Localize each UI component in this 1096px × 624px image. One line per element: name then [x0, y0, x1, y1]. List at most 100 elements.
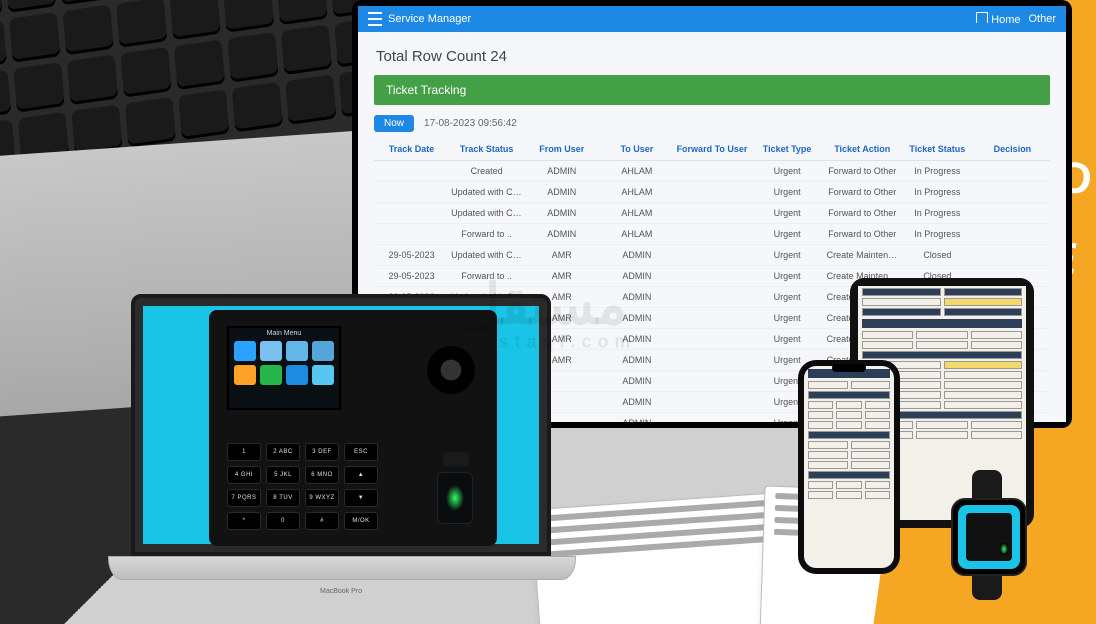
ticket-column-header[interactable]: Ticket Action	[825, 138, 900, 161]
table-cell: Urgent	[750, 224, 825, 245]
bio-app-icon[interactable]	[286, 341, 308, 361]
keypad-key[interactable]: 7 PQRS	[227, 489, 261, 507]
table-cell	[674, 182, 749, 203]
nav-other[interactable]: Other	[1028, 13, 1056, 25]
fingerprint-scanner[interactable]	[437, 472, 473, 524]
camera-lens-icon	[427, 346, 475, 394]
table-cell: Updated with Close	[449, 245, 524, 266]
table-cell	[374, 182, 449, 203]
table-cell	[975, 245, 1050, 266]
ticket-column-header[interactable]: To User	[599, 138, 674, 161]
smartwatch-device	[942, 470, 1032, 600]
table-cell: Urgent	[750, 182, 825, 203]
table-cell: Forward to Other	[825, 224, 900, 245]
table-cell	[674, 161, 749, 182]
table-cell: ADMIN	[599, 350, 674, 371]
table-cell	[674, 245, 749, 266]
bio-app-icon[interactable]	[234, 341, 256, 361]
table-cell: In Progress	[900, 182, 975, 203]
now-row: Now 17-08-2023 09:56:42	[374, 115, 1050, 132]
row-count-label: Total Row Count 24	[376, 48, 1050, 65]
ticket-column-header[interactable]: Track Date	[374, 138, 449, 161]
keypad-key[interactable]: 8 TUV	[266, 489, 300, 507]
keypad-key[interactable]: *	[227, 512, 261, 530]
table-cell	[975, 203, 1050, 224]
laptop-screen: Main Menu 12 ABC3 DEFESC4 GHI5 JKL6 MNO▲…	[143, 306, 539, 544]
table-cell	[674, 266, 749, 287]
table-cell: AHLAM	[599, 203, 674, 224]
table-cell: Create Maintenance Order	[825, 245, 900, 266]
fingerprint-icon	[446, 485, 464, 511]
bio-app-icon[interactable]	[312, 341, 334, 361]
keypad-key[interactable]: 9 WXYZ	[305, 489, 339, 507]
keypad-key[interactable]: #	[305, 512, 339, 530]
bio-app-icon[interactable]	[286, 365, 308, 385]
table-cell	[674, 203, 749, 224]
keypad-key[interactable]: ▲	[344, 466, 378, 484]
now-pill[interactable]: Now	[374, 115, 414, 132]
table-cell: Created	[449, 161, 524, 182]
hamburger-menu-icon[interactable]	[368, 12, 382, 26]
table-cell: In Progress	[900, 203, 975, 224]
app-topbar: Service Manager Home Other	[358, 6, 1066, 32]
keypad-key[interactable]: 1	[227, 443, 261, 461]
bio-app-icon[interactable]	[234, 365, 256, 385]
keypad-key[interactable]: ▼	[344, 489, 378, 507]
bio-app-icon[interactable]	[260, 341, 282, 361]
table-cell: AHLAM	[599, 182, 674, 203]
ticket-column-header[interactable]: Forward To User	[674, 138, 749, 161]
table-cell: ADMIN	[599, 287, 674, 308]
ticket-column-header[interactable]: Track Status	[449, 138, 524, 161]
keypad-key[interactable]: 0	[266, 512, 300, 530]
laptop-model-label: MacBook Pro	[108, 588, 574, 595]
table-cell	[975, 161, 1050, 182]
table-cell: Updated with Close	[449, 182, 524, 203]
table-cell: In Progress	[900, 161, 975, 182]
keypad-key[interactable]: 6 MNO	[305, 466, 339, 484]
ticket-tracking-header: Ticket Tracking	[374, 75, 1050, 105]
table-cell: ADMIN	[599, 371, 674, 392]
table-cell: Forward to Other	[825, 161, 900, 182]
table-cell: ADMIN	[599, 245, 674, 266]
keypad-key[interactable]: 2 ABC	[266, 443, 300, 461]
ticket-column-header[interactable]: Decision	[975, 138, 1050, 161]
table-cell: ADMIN	[599, 392, 674, 413]
table-cell: AHLAM	[599, 224, 674, 245]
keypad-key[interactable]: ESC	[344, 443, 378, 461]
table-cell: Closed	[900, 245, 975, 266]
stage: OO RE Service Manager Home Other Total R…	[0, 0, 1096, 624]
table-row[interactable]: 29-05-2023Updated with CloseAMRADMINUrge…	[374, 245, 1050, 266]
table-row[interactable]: Forward to ..ADMINAHLAMUrgentForward to …	[374, 224, 1050, 245]
ticket-column-header[interactable]: Ticket Status	[900, 138, 975, 161]
phone-screen	[804, 366, 894, 568]
table-cell: ADMIN	[599, 266, 674, 287]
table-row[interactable]: Updated with CloseADMINAHLAMUrgentForwar…	[374, 182, 1050, 203]
table-cell	[674, 224, 749, 245]
table-cell: ADMIN	[524, 161, 599, 182]
table-cell: ADMIN	[599, 308, 674, 329]
keypad-key[interactable]: 3 DEF	[305, 443, 339, 461]
now-timestamp: 17-08-2023 09:56:42	[424, 118, 517, 129]
laptop-bezel: Main Menu 12 ABC3 DEFESC4 GHI5 JKL6 MNO▲…	[131, 294, 551, 556]
table-row[interactable]: CreatedADMINAHLAMUrgentForward to OtherI…	[374, 161, 1050, 182]
table-cell: ADMIN	[524, 224, 599, 245]
table-row[interactable]: Updated with CloseADMINAHLAMUrgentForwar…	[374, 203, 1050, 224]
table-cell: AMR	[524, 245, 599, 266]
ticket-column-header[interactable]: Ticket Type	[750, 138, 825, 161]
ticket-column-header[interactable]: From User	[524, 138, 599, 161]
table-cell: Urgent	[750, 308, 825, 329]
keypad-key[interactable]: 4 GHI	[227, 466, 261, 484]
laptop-device: Main Menu 12 ABC3 DEFESC4 GHI5 JKL6 MNO▲…	[108, 294, 574, 600]
watch-body	[951, 498, 1027, 576]
table-cell	[674, 308, 749, 329]
table-cell	[374, 203, 449, 224]
nav-home[interactable]: Home	[976, 12, 1020, 26]
keypad-key[interactable]: M/OK	[344, 512, 378, 530]
keypad-key[interactable]: 5 JKL	[266, 466, 300, 484]
bio-keypad: 1 2 ABC 3 DEF ESC 4 GHI 5 JKL 6 MNO ▲ 7 PQRS 8 TU…	[227, 443, 377, 530]
table-cell: ADMIN	[524, 203, 599, 224]
bio-app-icon[interactable]	[312, 365, 334, 385]
table-cell: AMR	[524, 266, 599, 287]
watch-bio-mini	[966, 513, 1012, 561]
bio-app-icon[interactable]	[260, 365, 282, 385]
